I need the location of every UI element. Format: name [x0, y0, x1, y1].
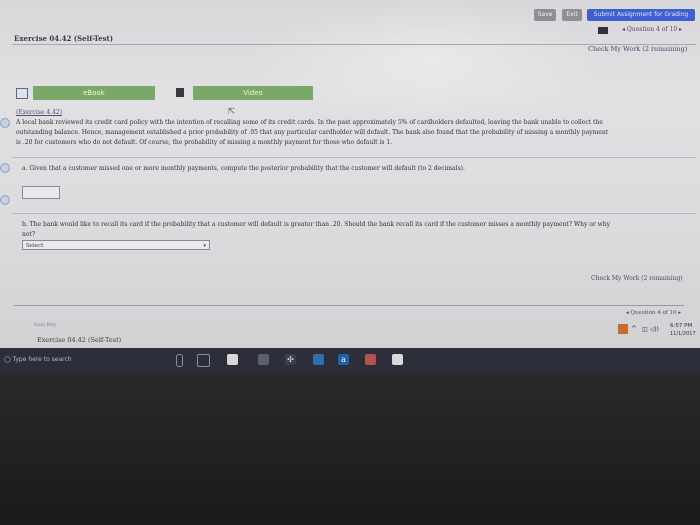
chevron-down-icon: ▾: [203, 243, 206, 249]
margin-indicator-1: [0, 118, 10, 128]
edge-browser-icon[interactable]: [313, 354, 324, 365]
check-my-work-link[interactable]: Check My Work (2 remaining): [588, 45, 687, 53]
problem-line-3: is .20 for customers who do not default.…: [16, 139, 393, 146]
store-icon[interactable]: [227, 354, 238, 365]
part-b-question-line-2: not?: [22, 231, 36, 238]
check-my-work-bottom-link[interactable]: Check My Work (2 remaining): [591, 275, 683, 282]
submit-assignment-button[interactable]: Submit Assignment for Grading: [587, 9, 695, 21]
word-app-icon[interactable]: [365, 354, 376, 365]
exercise-reference: (Exercise 4.42): [16, 109, 63, 116]
mouse-cursor-icon: ⇱: [228, 107, 236, 117]
ebook-tab[interactable]: eBook: [33, 86, 155, 100]
search-placeholder: Type here to search: [12, 356, 72, 363]
microphone-icon[interactable]: [176, 354, 183, 367]
app-tray-icon[interactable]: [618, 324, 628, 334]
task-view-icon[interactable]: [197, 354, 210, 367]
save-button[interactable]: Save: [534, 9, 556, 21]
amazon-icon[interactable]: a: [338, 354, 349, 365]
tray-chevron-icon[interactable]: ^: [631, 325, 637, 333]
taskbar-search-box[interactable]: ◯ Type here to search: [4, 356, 72, 363]
margin-indicator-2: [0, 163, 10, 173]
part-a-answer-input[interactable]: [22, 186, 60, 199]
part-b-select-dropdown[interactable]: Select ▾: [22, 240, 210, 250]
part-a-question: a. Given that a customer missed one or m…: [22, 165, 465, 172]
search-icon: ◯: [4, 356, 13, 363]
margin-indicator-3: [0, 195, 10, 205]
section-divider-2: [12, 213, 696, 214]
screen-glare: [250, 0, 610, 120]
clock-time[interactable]: 6:57 PM: [670, 323, 692, 329]
mail-icon[interactable]: [258, 354, 269, 365]
browser-screen: Save Exit Submit Assignment for Grading …: [0, 0, 700, 372]
video-tab[interactable]: Video: [193, 86, 313, 100]
video-icon[interactable]: [176, 88, 184, 97]
section-divider: [12, 157, 696, 158]
clock-date[interactable]: 11/1/2017: [670, 331, 696, 337]
footer-divider: [14, 305, 684, 306]
problem-line-1: A local bank reviewed its credit card po…: [16, 119, 603, 126]
problem-line-2: outstanding balance. Hence, management e…: [16, 129, 609, 136]
question-nav-bottom[interactable]: ◂ Question 4 of 10 ▸: [626, 310, 681, 316]
exercise-title: Exercise 04.42 (Self-Test): [14, 34, 114, 43]
desk-background: [0, 372, 700, 525]
dropbox-icon[interactable]: ✣: [285, 354, 296, 365]
part-b-select-value: Select: [26, 243, 44, 249]
file-explorer-icon[interactable]: [392, 354, 403, 365]
windows-taskbar: ◯ Type here to search ✣ a: [0, 348, 700, 372]
ebook-icon[interactable]: [16, 88, 28, 99]
flag-icon[interactable]: [598, 27, 608, 34]
part-b-question-line-1: b. The bank would like to recall its car…: [22, 221, 611, 228]
footer-exercise-title: Exercise 04.42 (Self-Test): [37, 336, 122, 344]
wifi-volume-icon[interactable]: ◫ ◁)): [642, 326, 659, 333]
exit-button[interactable]: Exit: [562, 9, 582, 21]
question-nav[interactable]: ◂ Question 4 of 10 ▸: [622, 26, 682, 33]
icon-key-link[interactable]: Icon Key: [34, 322, 56, 328]
